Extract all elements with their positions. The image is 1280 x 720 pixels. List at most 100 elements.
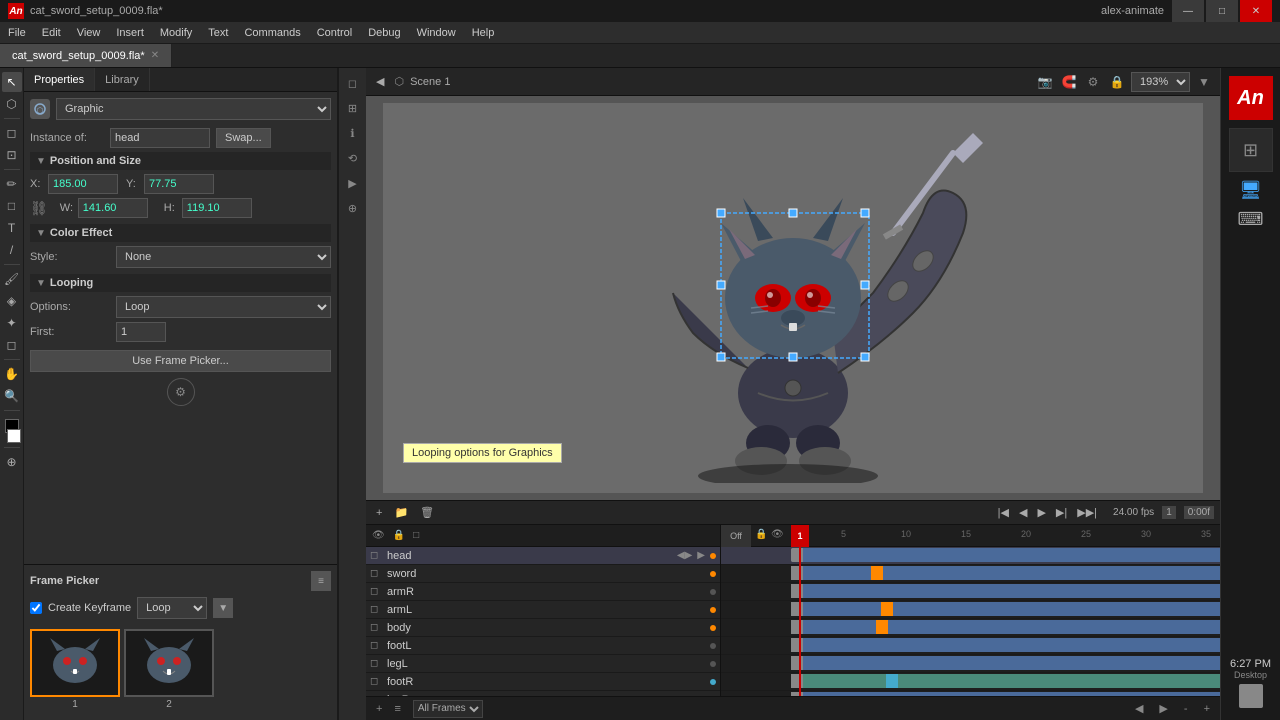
zoom-timeline-out-button[interactable]: -: [1180, 702, 1192, 716]
frame-row-footR[interactable]: [721, 673, 1220, 691]
minimize-button[interactable]: —: [1172, 0, 1204, 22]
camera-icon[interactable]: 📷: [1035, 72, 1055, 92]
brush-tool[interactable]: 🖌: [2, 269, 22, 289]
frame-thumb-img-2[interactable]: [124, 629, 214, 697]
back-button[interactable]: ◀: [372, 73, 388, 90]
text-tool[interactable]: T: [2, 218, 22, 238]
frame-options-button[interactable]: ≡: [390, 702, 404, 716]
layer-armL[interactable]: ◻ armL: [366, 601, 720, 619]
x-input[interactable]: [48, 174, 118, 194]
tab-close-icon[interactable]: ✕: [151, 50, 159, 61]
menu-debug[interactable]: Debug: [360, 22, 408, 43]
frame-row-footL[interactable]: [721, 637, 1220, 655]
frame-row-sword[interactable]: [721, 565, 1220, 583]
settings-stage-icon[interactable]: ⚙: [1083, 72, 1103, 92]
next-frame-button[interactable]: ▶|: [1052, 504, 1071, 521]
canvas-area[interactable]: Looping options for Graphics: [366, 96, 1220, 500]
y-input[interactable]: [144, 174, 214, 194]
fp-loop-select[interactable]: Loop Play Once: [137, 597, 207, 619]
last-frame-button[interactable]: ▶▶|: [1073, 504, 1101, 521]
frame-row-body[interactable]: [721, 619, 1220, 637]
layer-footL[interactable]: ◻ footL: [366, 637, 720, 655]
instance-of-input[interactable]: [110, 128, 210, 148]
symbol-type-select[interactable]: Graphic Movie Clip Button: [56, 98, 331, 120]
frame-row-legR[interactable]: [721, 691, 1220, 696]
scroll-right-button[interactable]: ▶: [1155, 701, 1171, 716]
panel-btn-4[interactable]: ⟲: [342, 147, 364, 169]
use-frame-picker-button[interactable]: Use Frame Picker...: [30, 350, 331, 372]
prev-frame-button[interactable]: ◀: [1015, 504, 1031, 521]
panel-btn-5[interactable]: ▶: [342, 172, 364, 194]
new-layer-button[interactable]: +: [372, 505, 386, 521]
eraser-tool[interactable]: ◻: [2, 335, 22, 355]
looping-header[interactable]: ▼ Looping: [30, 274, 331, 292]
menu-window[interactable]: Window: [409, 22, 464, 43]
menu-file[interactable]: File: [0, 22, 34, 43]
lock-icon[interactable]: 🔒: [1107, 72, 1127, 92]
stage-canvas[interactable]: Looping options for Graphics: [383, 103, 1203, 493]
h-input[interactable]: [182, 198, 252, 218]
line-tool[interactable]: /: [2, 240, 22, 260]
menu-edit[interactable]: Edit: [34, 22, 69, 43]
subselect-tool[interactable]: ⬡: [2, 94, 22, 114]
frame-row-armL[interactable]: [721, 601, 1220, 619]
maximize-button[interactable]: □: [1206, 0, 1238, 22]
fill-color-swatch[interactable]: [7, 429, 21, 443]
scroll-left-button[interactable]: ◀: [1131, 701, 1147, 716]
tab-properties[interactable]: Properties: [24, 68, 95, 91]
settings-icon[interactable]: ⚙: [167, 378, 195, 406]
add-frame-button[interactable]: +: [372, 702, 386, 716]
delete-layer-button[interactable]: 🗑: [416, 504, 438, 521]
adobe-animate-icon[interactable]: An: [1229, 76, 1273, 120]
snap-icon[interactable]: 🧲: [1059, 72, 1079, 92]
frame-row-legL[interactable]: [721, 655, 1220, 673]
fp-dropdown-button[interactable]: ▼: [213, 598, 233, 618]
loop-options-select[interactable]: Loop Play Once Single Frame: [116, 296, 331, 318]
panel-btn-6[interactable]: ⊕: [342, 197, 364, 219]
off-button[interactable]: Off: [721, 525, 751, 547]
tab-library[interactable]: Library: [95, 68, 150, 91]
play-button[interactable]: ▶: [1033, 504, 1049, 521]
menu-modify[interactable]: Modify: [152, 22, 200, 43]
rect-tool[interactable]: □: [2, 196, 22, 216]
menu-commands[interactable]: Commands: [236, 22, 308, 43]
w-input[interactable]: [78, 198, 148, 218]
frame-type-select[interactable]: All Frames Keyframes: [413, 700, 483, 718]
zoom-select[interactable]: 193% 100% 50% 200%: [1131, 72, 1190, 92]
frame-row-head[interactable]: [721, 547, 1220, 565]
timeline-frames[interactable]: Off 🔒 👁 1 5 10 15 20 2: [721, 525, 1220, 696]
layer-sword[interactable]: ◻ sword: [366, 565, 720, 583]
windows-start-button[interactable]: ⊞: [1229, 128, 1273, 172]
zoom-tool[interactable]: 🔍: [2, 386, 22, 406]
desktop-thumbnail[interactable]: [1239, 684, 1263, 708]
menu-control[interactable]: Control: [309, 22, 360, 43]
zoom-timeline-in-button[interactable]: +: [1200, 702, 1214, 716]
hand-tool[interactable]: ✋: [2, 364, 22, 384]
paint-bucket-tool[interactable]: ◈: [2, 291, 22, 311]
first-frame-button[interactable]: |◀: [994, 504, 1013, 521]
frame-thumb-img-1[interactable]: [30, 629, 120, 697]
close-button[interactable]: ✕: [1240, 0, 1272, 22]
panel-btn-3[interactable]: ℹ: [342, 122, 364, 144]
style-select[interactable]: None Brightness Tint Alpha Advanced: [116, 246, 331, 268]
menu-help[interactable]: Help: [464, 22, 503, 43]
select-tool[interactable]: ↖: [2, 72, 22, 92]
free-transform-tool[interactable]: ◻: [2, 123, 22, 143]
menu-view[interactable]: View: [69, 22, 109, 43]
swap-button[interactable]: Swap...: [216, 128, 271, 148]
menu-text[interactable]: Text: [200, 22, 236, 43]
pencil-tool[interactable]: ✏: [2, 174, 22, 194]
zoom-dropdown-icon[interactable]: ▼: [1194, 72, 1214, 92]
layer-body[interactable]: ◻ body: [366, 619, 720, 637]
position-size-header[interactable]: ▼ Position and Size: [30, 152, 331, 170]
first-input[interactable]: [116, 322, 166, 342]
bone-tool[interactable]: ⊕: [2, 452, 22, 472]
layer-armR[interactable]: ◻ armR: [366, 583, 720, 601]
layer-legL[interactable]: ◻ legL: [366, 655, 720, 673]
menu-insert[interactable]: Insert: [108, 22, 152, 43]
document-tab[interactable]: cat_sword_setup_0009.fla* ✕: [0, 44, 172, 67]
layer-footR[interactable]: ◻ footR: [366, 673, 720, 691]
eyedropper-tool[interactable]: ✦: [2, 313, 22, 333]
create-keyframe-checkbox[interactable]: [30, 602, 42, 614]
frame-row-armR[interactable]: [721, 583, 1220, 601]
